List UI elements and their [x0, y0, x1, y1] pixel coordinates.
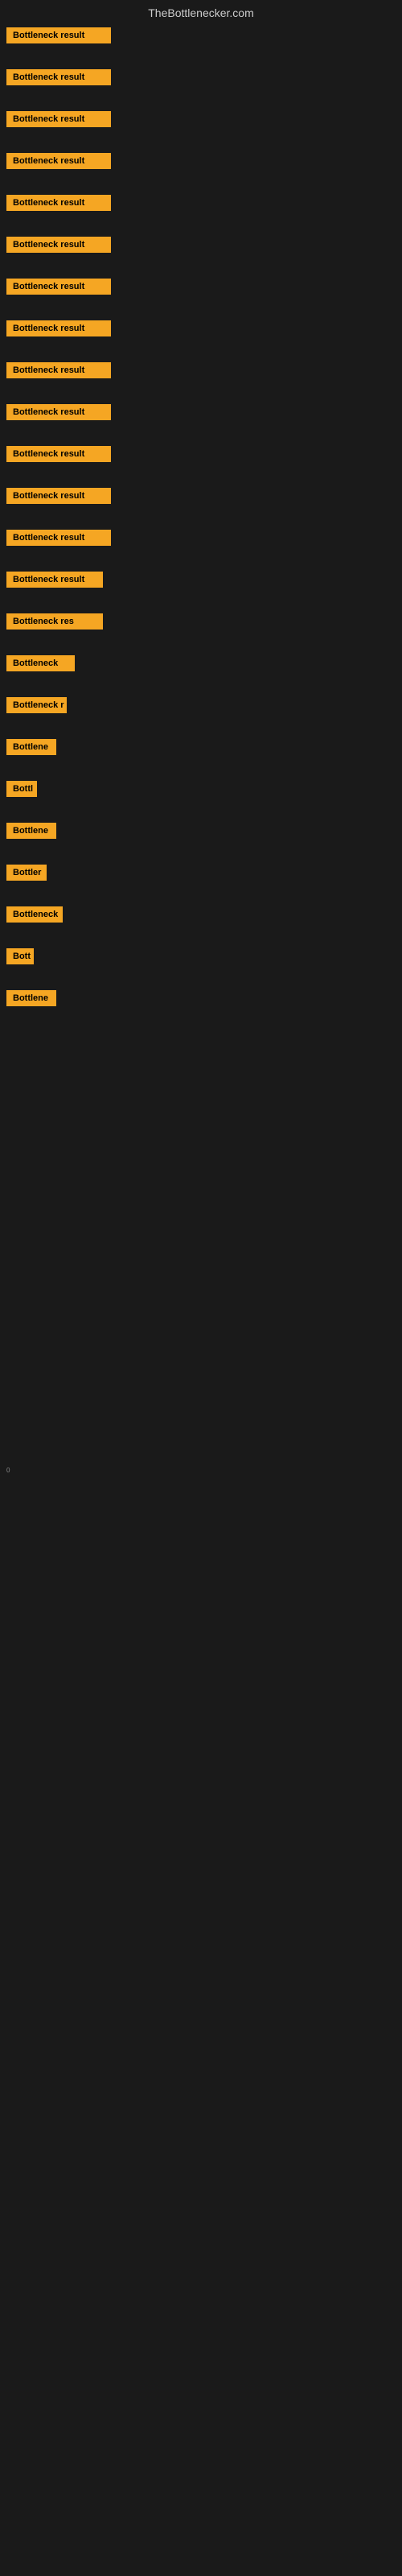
list-item[interactable]: Bottleneck result	[3, 567, 399, 592]
list-item[interactable]: Bottl	[3, 776, 399, 802]
list-item[interactable]: Bottleneck result	[3, 316, 399, 341]
bottleneck-badge[interactable]: Bottleneck r	[6, 697, 67, 713]
list-item[interactable]: Bottleneck result	[3, 441, 399, 467]
bottleneck-badge[interactable]: Bottleneck	[6, 655, 75, 671]
bottleneck-badge[interactable]: Bottleneck result	[6, 153, 111, 169]
bottleneck-badge[interactable]: Bottleneck result	[6, 488, 111, 504]
list-item[interactable]: Bottleneck	[3, 902, 399, 927]
bottleneck-badge[interactable]: Bottleneck result	[6, 237, 111, 253]
bottleneck-badge[interactable]: Bottleneck result	[6, 279, 111, 295]
list-item[interactable]: Bottleneck result	[3, 106, 399, 132]
list-item[interactable]: Bottleneck result	[3, 525, 399, 551]
bottleneck-badge[interactable]: Bottleneck result	[6, 27, 111, 43]
bottleneck-badge[interactable]: Bottleneck result	[6, 320, 111, 336]
list-item[interactable]: Bottleneck result	[3, 232, 399, 258]
bottleneck-badge[interactable]: Bottleneck result	[6, 111, 111, 127]
list-item[interactable]: Bottleneck result	[3, 357, 399, 383]
list-item[interactable]: Bottleneck result	[3, 483, 399, 509]
tiny-label: 0	[3, 1467, 10, 1474]
bottleneck-badge[interactable]: Bottleneck result	[6, 446, 111, 462]
bottleneck-badge[interactable]: Bott	[6, 948, 34, 964]
bottleneck-badge[interactable]: Bottler	[6, 865, 47, 881]
bottleneck-badge[interactable]: Bottleneck result	[6, 69, 111, 85]
bottleneck-badge[interactable]: Bottlene	[6, 823, 56, 839]
site-title: TheBottlenecker.com	[148, 6, 254, 19]
bottleneck-badge[interactable]: Bottlene	[6, 990, 56, 1006]
list-item[interactable]: Bottler	[3, 860, 399, 886]
bottleneck-badge[interactable]: Bottleneck res	[6, 613, 103, 630]
bottleneck-badge[interactable]: Bottleneck result	[6, 362, 111, 378]
list-item[interactable]: Bottleneck result	[3, 274, 399, 299]
bottleneck-badge[interactable]: Bottl	[6, 781, 37, 797]
list-item[interactable]: Bottleneck res	[3, 609, 399, 634]
list-item[interactable]: Bottleneck result	[3, 399, 399, 425]
list-item[interactable]: Bottleneck	[3, 650, 399, 676]
list-item[interactable]: Bottleneck r	[3, 692, 399, 718]
list-item[interactable]: Bott	[3, 943, 399, 969]
bottleneck-badge[interactable]: Bottleneck result	[6, 572, 103, 588]
list-item[interactable]: Bottleneck result	[3, 190, 399, 216]
list-item[interactable]: Bottleneck result	[3, 64, 399, 90]
bottleneck-badge[interactable]: Bottleneck result	[6, 195, 111, 211]
bottleneck-badge[interactable]: Bottleneck	[6, 906, 63, 923]
list-item[interactable]: Bottlene	[3, 818, 399, 844]
bottleneck-badge[interactable]: Bottleneck result	[6, 530, 111, 546]
bottom-area: 0	[0, 1059, 402, 1959]
list-item[interactable]: Bottleneck result	[3, 23, 399, 48]
list-item[interactable]: Bottlene	[3, 734, 399, 760]
list-item[interactable]: Bottlene	[3, 985, 399, 1011]
site-header: TheBottlenecker.com	[0, 0, 402, 23]
bottleneck-badge[interactable]: Bottleneck result	[6, 404, 111, 420]
list-item[interactable]: Bottleneck result	[3, 148, 399, 174]
bottleneck-badge[interactable]: Bottlene	[6, 739, 56, 755]
items-container: Bottleneck result Bottleneck result Bott…	[0, 23, 402, 1011]
